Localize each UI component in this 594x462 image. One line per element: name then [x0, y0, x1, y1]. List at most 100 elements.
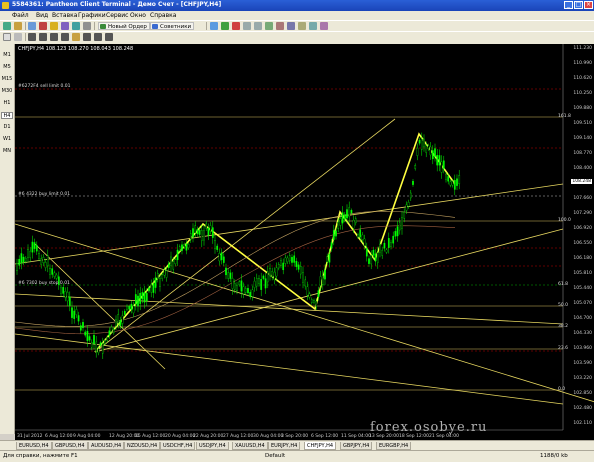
candle-body — [24, 257, 27, 262]
chart-shift-icon[interactable] — [287, 22, 295, 30]
menu-bar: Файл Вид Вставка Графики Сервис Окно Спр… — [0, 11, 594, 20]
line-chart-icon[interactable] — [232, 22, 240, 30]
tile-windows-icon[interactable] — [265, 22, 273, 30]
bar-chart-icon[interactable] — [210, 22, 218, 30]
candle-body — [315, 301, 318, 307]
candle-body — [18, 258, 21, 266]
tab-gbpusd[interactable]: GBPUSD,H4 — [52, 442, 88, 450]
zoom-in-icon[interactable] — [243, 22, 251, 30]
data-window-icon[interactable] — [39, 22, 47, 30]
fibonacci-icon[interactable] — [72, 33, 80, 41]
tab-eurjpy[interactable]: EURJPY,H4 — [268, 442, 301, 450]
tab-chfjpy[interactable]: CHFJPY,H4 — [304, 442, 337, 450]
tab-eurgbp[interactable]: EURGBP,H4 — [376, 442, 412, 450]
maximize-button[interactable]: □ — [574, 1, 583, 9]
periods-icon[interactable] — [309, 22, 317, 30]
candle-body — [148, 287, 150, 292]
tab-eurusd[interactable]: EURUSD,H4 — [16, 442, 52, 450]
menu-window[interactable]: Окно — [130, 12, 146, 19]
candle-body — [447, 176, 450, 182]
trendline-icon[interactable] — [50, 33, 58, 41]
timeframe-m15[interactable]: M15 — [1, 76, 13, 83]
tab-usdchf[interactable]: USDCHF,H4 — [160, 442, 196, 450]
tab-gbpjpy[interactable]: GBPJPY,H4 — [340, 442, 373, 450]
status-traffic: 1188/0 kb — [540, 453, 568, 459]
watermark: forex.osobye.ru — [370, 420, 488, 435]
candle-body — [458, 175, 461, 185]
price-axis-label: 103.960 — [573, 346, 592, 351]
channel-icon[interactable] — [61, 33, 69, 41]
candle-body — [163, 269, 166, 276]
date-axis-label: 22 Aug 20:00 — [193, 434, 224, 439]
arrows-icon[interactable] — [105, 33, 113, 41]
candle-body — [409, 192, 412, 199]
timeframe-m5[interactable]: M5 — [1, 64, 13, 71]
autoscroll-icon[interactable] — [276, 22, 284, 30]
navigator-icon[interactable] — [50, 22, 58, 30]
terminal-icon[interactable] — [61, 22, 69, 30]
market-watch-icon[interactable] — [28, 22, 36, 30]
buy-limit-label: #6 4322 buy limit 0.01 — [18, 192, 71, 197]
candle-body — [150, 284, 153, 293]
candle-body — [352, 219, 355, 229]
menu-help[interactable]: Справка — [150, 12, 176, 19]
candle-body — [77, 315, 80, 322]
menu-view[interactable]: Вид — [36, 12, 48, 19]
candle-body — [420, 138, 423, 150]
candle-body — [394, 231, 397, 237]
horizontal-line-icon[interactable] — [39, 33, 47, 41]
candle-chart-icon[interactable] — [221, 22, 229, 30]
candle-body — [216, 245, 219, 250]
fib-label-61: 61.8 — [558, 282, 569, 287]
timeframe-m1[interactable]: M1 — [1, 52, 13, 59]
tab-xauusd[interactable]: XAUUSD,H4 — [232, 442, 268, 450]
new-chart-icon[interactable] — [3, 22, 11, 30]
candle-body — [308, 293, 311, 298]
tab-usdjpy[interactable]: USDJPY,H4 — [196, 442, 229, 450]
tab-nzdusd[interactable]: NZDUSD,H4 — [124, 442, 161, 450]
chart-canvas[interactable] — [15, 44, 594, 440]
indicators-icon[interactable] — [298, 22, 306, 30]
templates-icon[interactable] — [320, 22, 328, 30]
new-order-button[interactable]: Новый Ордер — [98, 22, 150, 30]
price-axis-label: 103.590 — [573, 361, 592, 366]
vertical-line-icon[interactable] — [28, 33, 36, 41]
timeframe-d1[interactable]: D1 — [1, 124, 13, 131]
date-axis-label: 30 Aug 04:00 — [253, 434, 284, 439]
editor-icon[interactable] — [83, 22, 91, 30]
text-icon[interactable] — [83, 33, 91, 41]
menu-insert[interactable]: Вставка — [52, 12, 77, 19]
candle-body — [187, 244, 190, 248]
minimize-button[interactable]: _ — [564, 1, 573, 9]
tab-audusd[interactable]: AUDUSD,H4 — [88, 442, 125, 450]
label-icon[interactable] — [94, 33, 102, 41]
candle-body — [282, 262, 285, 271]
candle-body — [335, 230, 337, 237]
profiles-icon[interactable] — [14, 22, 22, 30]
menu-file[interactable]: Файл — [12, 12, 29, 19]
menu-charts[interactable]: Графики — [78, 12, 106, 19]
date-axis-label: 15 Aug 12:00 — [135, 434, 166, 439]
timeframe-mn[interactable]: MN — [1, 148, 13, 155]
candle-body — [350, 210, 353, 214]
fib-label-38: 38.2 — [558, 324, 569, 329]
close-button[interactable]: × — [584, 1, 593, 9]
timeframe-h1[interactable]: H1 — [1, 100, 13, 107]
menu-tools[interactable]: Сервис — [106, 12, 128, 19]
candle-body — [165, 270, 168, 278]
crosshair-icon[interactable] — [14, 33, 22, 41]
price-chart[interactable]: CHFJPY,H4 108.123 108.270 108.043 108.24… — [15, 44, 594, 440]
candle-body — [110, 326, 113, 332]
experts-button[interactable]: Советники — [150, 22, 195, 30]
candle-body — [240, 280, 243, 292]
tester-icon[interactable] — [72, 22, 80, 30]
channel-lower-line — [15, 333, 564, 405]
price-axis-label: 110.250 — [573, 91, 592, 96]
candle-body — [128, 306, 131, 310]
status-help: Для справки, нажмите F1 — [3, 453, 78, 459]
timeframe-m30[interactable]: M30 — [1, 88, 13, 95]
zoom-out-icon[interactable] — [254, 22, 262, 30]
cursor-icon[interactable] — [3, 33, 11, 41]
timeframe-h4[interactable]: H4 — [1, 112, 13, 119]
timeframe-w1[interactable]: W1 — [1, 136, 13, 143]
